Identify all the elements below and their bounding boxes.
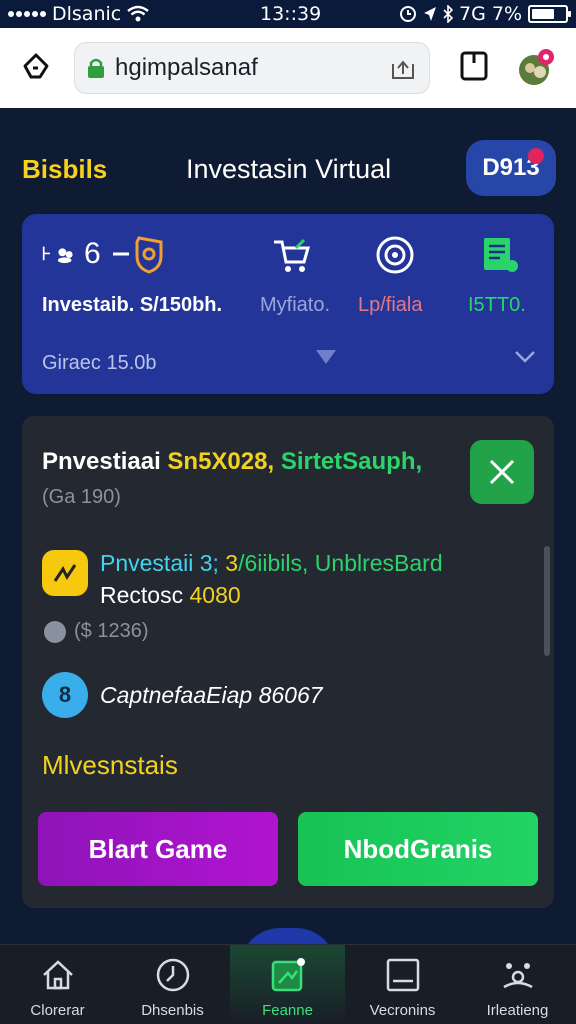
start-game-button[interactable]: Blart Game xyxy=(38,812,278,886)
panel-title-part2: Sn5X028, xyxy=(167,448,275,475)
row1-meta: ($ 1236) xyxy=(44,620,149,643)
stats-summary: 6 xyxy=(42,234,169,274)
brand-logo[interactable]: Bisbils xyxy=(22,154,107,185)
row1-subtitle-part2: 4080 xyxy=(189,582,241,608)
nav-label-history: Dhsenbis xyxy=(141,1002,204,1019)
row1-meta-text: ($ 1236) xyxy=(74,620,149,642)
signal-icon xyxy=(8,11,46,17)
nav-item-monitor[interactable]: Vecronins xyxy=(345,945,460,1024)
nav-label-home: Clorerar xyxy=(30,1002,85,1019)
carrier-name: Dlsanic xyxy=(52,3,122,25)
settings-icon xyxy=(502,963,533,989)
row1-title: Pnvestaii 3; 3/6iibils, UnblresBard xyxy=(100,550,443,577)
browser-toolbar: hgimpalsanaf xyxy=(0,28,576,108)
nav-item-history[interactable]: Dhsenbis xyxy=(115,945,230,1024)
stats-count: 6 xyxy=(84,237,101,270)
target-icon xyxy=(376,236,414,274)
secondary-action-button[interactable]: NbodGranis xyxy=(298,812,538,886)
row1-title-part3: /6iibils, UnblresBard xyxy=(238,550,443,576)
url-text: hgimpalsanaf xyxy=(115,54,258,81)
bottom-navigation: Clorerar Dhsenbis Feanne Vecronins Irlea… xyxy=(0,944,576,1024)
row1-subtitle: Rectosc 4080 xyxy=(100,582,241,609)
stat-column-3[interactable] xyxy=(478,234,520,281)
clock: 13::39 xyxy=(260,3,322,25)
row1-title-part1: Pnvestaii 3; xyxy=(100,550,219,576)
home-button[interactable] xyxy=(18,48,54,84)
row2-badge-text: 8 xyxy=(58,682,72,707)
page-title: Investasin Virtual xyxy=(186,154,392,184)
nav-item-settings[interactable]: Irleatieng xyxy=(460,945,575,1024)
arrow-trend-icon xyxy=(53,564,77,582)
row2-badge[interactable]: 8 xyxy=(42,672,88,718)
status-bar: Dlsanic 13::39 7G 7% xyxy=(0,0,576,28)
panel-title-part3: SirtetSauph, xyxy=(280,448,423,475)
share-icon[interactable] xyxy=(389,54,417,82)
game-icon xyxy=(271,958,305,992)
row1-badge[interactable] xyxy=(42,550,88,596)
stat-label-3: I5TT0. xyxy=(468,294,526,316)
panel-title-part1: Pnvestiaai xyxy=(42,448,161,475)
stat-column-1[interactable] xyxy=(270,234,312,281)
notification-dot xyxy=(528,148,544,164)
notification-pill[interactable]: D913 xyxy=(466,140,556,196)
panel-scrollbar[interactable] xyxy=(544,546,550,656)
cart-icon xyxy=(274,238,310,272)
wifi-icon xyxy=(127,5,149,22)
investment-panel: Pnvestiaai Sn5X028, SirtetSauph, (Ga 190… xyxy=(22,416,554,908)
clock-icon xyxy=(156,958,189,992)
caret-down-icon[interactable] xyxy=(316,350,336,364)
nav-label-monitor: Vecronins xyxy=(369,1002,436,1019)
home-icon xyxy=(42,960,73,990)
status-right: 7G 7% xyxy=(399,3,571,25)
battery-percent: 7G 7% xyxy=(459,3,522,25)
bluetooth-icon xyxy=(443,5,453,23)
nav-item-game[interactable]: Feanne xyxy=(230,945,345,1024)
home-icon xyxy=(23,53,49,79)
section-label: Mlvesnstais xyxy=(42,750,178,780)
app-header: Bisbils Investasin Virtual D913 xyxy=(0,140,576,200)
status-left: Dlsanic xyxy=(8,3,149,25)
shield-icon xyxy=(112,236,163,274)
alarm-icon xyxy=(400,6,416,22)
nav-label-game: Feanne xyxy=(262,1002,313,1019)
location-icon xyxy=(424,7,436,21)
nav-item-home[interactable]: Clorerar xyxy=(0,945,115,1024)
row2-text: CaptnefaaEiap 86067 xyxy=(100,682,323,708)
battery-icon xyxy=(528,5,571,23)
stat-column-2[interactable] xyxy=(374,234,416,281)
close-button[interactable] xyxy=(470,440,534,504)
tabs-icon xyxy=(460,51,488,81)
panel-subtitle: (Ga 190) xyxy=(42,486,121,508)
monitor-icon xyxy=(386,958,419,992)
close-icon xyxy=(489,459,515,485)
chevron-down-icon[interactable] xyxy=(514,350,536,364)
panel-title: Pnvestiaai Sn5X028, SirtetSauph, xyxy=(42,448,422,476)
document-icon xyxy=(484,238,518,272)
row1-subtitle-part1: Rectosc xyxy=(100,582,184,608)
users-icon xyxy=(42,246,73,264)
nav-label-settings: Irleatieng xyxy=(486,1002,549,1019)
tabs-button[interactable] xyxy=(456,48,492,84)
edit-icon xyxy=(44,620,66,643)
row1-title-part2: 3 xyxy=(225,550,239,576)
address-bar[interactable]: hgimpalsanaf xyxy=(74,42,430,94)
stats-balance: Giraec 15.0b xyxy=(42,352,157,374)
stats-card: 6 Investaib. S/150bh. Myfiato. Lp/fiala … xyxy=(22,214,554,394)
avatar-icon xyxy=(519,49,554,85)
stats-main-label: Investaib. S/150bh. xyxy=(42,294,223,316)
profile-avatar[interactable] xyxy=(516,48,556,88)
lock-icon xyxy=(88,58,104,78)
stat-label-1: Myfiato. xyxy=(260,294,331,316)
stat-label-2: Lp/fiala xyxy=(358,294,423,316)
